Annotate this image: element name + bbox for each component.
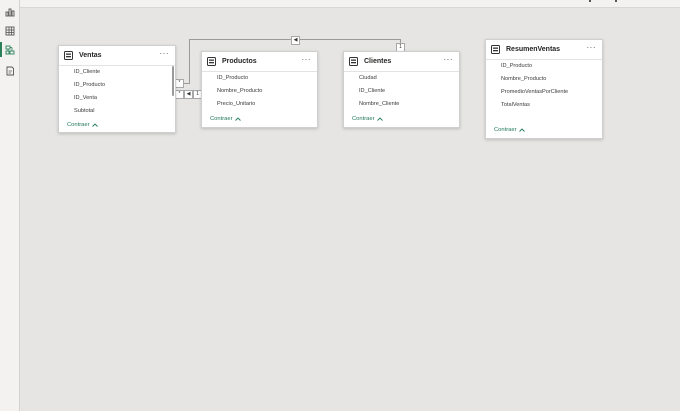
dax-query-view-button[interactable] bbox=[2, 63, 17, 78]
collapse-button[interactable]: Contraer bbox=[67, 122, 98, 128]
table-view-icon bbox=[5, 26, 14, 35]
table-title: ResumenVentas bbox=[506, 46, 561, 53]
top-toolbar-strip bbox=[0, 0, 680, 8]
cardinality-one-label: 1 bbox=[399, 44, 402, 50]
table-title: Clientes bbox=[364, 58, 392, 65]
field-subtotal[interactable]: Subtotal bbox=[74, 108, 95, 114]
field-id-cliente[interactable]: ID_Cliente bbox=[74, 69, 100, 75]
report-view-icon bbox=[5, 8, 14, 16]
table-view-button[interactable] bbox=[2, 23, 17, 38]
more-options-icon[interactable]: ··· bbox=[302, 56, 312, 64]
table-icon bbox=[207, 57, 216, 66]
field-promedio-ventas-por-cliente[interactable]: PromedioVentasPorCliente bbox=[501, 89, 568, 95]
field-id-venta[interactable]: ID_Venta bbox=[74, 95, 97, 101]
field-id-cliente[interactable]: ID_Cliente bbox=[359, 88, 385, 94]
table-card-resumenventas[interactable]: ResumenVentas ··· ID_Producto Nombre_Pro… bbox=[485, 39, 603, 139]
field-nombre-producto[interactable]: Nombre_Producto bbox=[501, 76, 546, 82]
cardinality-many-label: * bbox=[178, 91, 181, 97]
chevron-up-icon bbox=[91, 123, 98, 127]
field-id-producto[interactable]: ID_Producto bbox=[217, 75, 248, 81]
more-options-icon[interactable]: ··· bbox=[587, 44, 597, 52]
cardinality-many-badge: * bbox=[175, 90, 184, 99]
collapse-label: Contraer bbox=[352, 116, 375, 122]
dax-query-icon bbox=[6, 66, 14, 75]
model-view-button[interactable] bbox=[2, 42, 17, 57]
table-title: Ventas bbox=[79, 52, 102, 59]
table-card-header[interactable]: Ventas ··· bbox=[59, 46, 175, 66]
more-options-icon[interactable]: ··· bbox=[160, 50, 170, 58]
view-sidebar bbox=[0, 0, 20, 411]
model-view-icon bbox=[5, 45, 14, 54]
collapse-button[interactable]: Contraer bbox=[210, 116, 241, 122]
chevron-up-icon bbox=[376, 117, 383, 121]
table-card-header[interactable]: Productos ··· bbox=[202, 52, 317, 72]
table-card-ventas[interactable]: Ventas ··· ID_Cliente ID_Producto ID_Ven… bbox=[58, 45, 176, 133]
scrollbar-thumb[interactable] bbox=[172, 66, 174, 96]
more-options-icon[interactable]: ··· bbox=[444, 56, 454, 64]
field-precio-unitario[interactable]: Precio_Unitario bbox=[217, 101, 255, 107]
table-card-productos[interactable]: Productos ··· ID_Producto Nombre_Product… bbox=[201, 51, 318, 128]
field-id-producto[interactable]: ID_Producto bbox=[501, 63, 532, 69]
cross-filter-arrow-icon: ◀ bbox=[291, 36, 300, 45]
collapse-button[interactable]: Contraer bbox=[494, 127, 525, 133]
chevron-up-icon bbox=[234, 117, 241, 121]
cardinality-one-label: 1 bbox=[196, 91, 199, 97]
collapse-label: Contraer bbox=[210, 116, 233, 122]
collapse-label: Contraer bbox=[494, 127, 517, 133]
report-view-button[interactable] bbox=[2, 4, 17, 19]
toolbar-marker bbox=[589, 0, 591, 2]
table-icon bbox=[349, 57, 358, 66]
table-title: Productos bbox=[222, 58, 257, 65]
table-card-header[interactable]: ResumenVentas ··· bbox=[486, 40, 602, 60]
cardinality-many-label: * bbox=[178, 80, 181, 86]
collapse-label: Contraer bbox=[67, 122, 90, 128]
field-ciudad[interactable]: Ciudad bbox=[359, 75, 377, 81]
chevron-up-icon bbox=[518, 128, 525, 132]
field-nombre-producto[interactable]: Nombre_Producto bbox=[217, 88, 262, 94]
relationship-line-ventas-clientes[interactable] bbox=[189, 39, 190, 83]
field-id-producto[interactable]: ID_Producto bbox=[74, 82, 105, 88]
collapse-button[interactable]: Contraer bbox=[352, 116, 383, 122]
toolbar-marker bbox=[615, 0, 617, 2]
cross-filter-arrow-icon: ◀ bbox=[184, 90, 193, 99]
field-total-ventas[interactable]: TotalVentas bbox=[501, 102, 530, 108]
field-nombre-cliente[interactable]: Nombre_Cliente bbox=[359, 101, 399, 107]
table-card-clientes[interactable]: Clientes ··· Ciudad ID_Cliente Nombre_Cl… bbox=[343, 51, 460, 128]
table-icon bbox=[64, 51, 73, 60]
table-icon bbox=[491, 45, 500, 54]
table-card-header[interactable]: Clientes ··· bbox=[344, 52, 459, 72]
cardinality-many-badge: * bbox=[175, 79, 184, 88]
